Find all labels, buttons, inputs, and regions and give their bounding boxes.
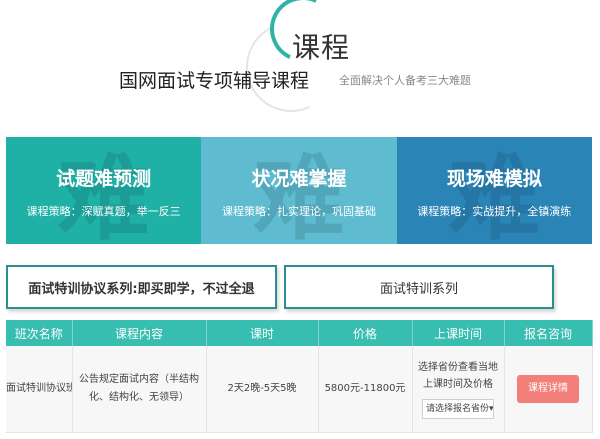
tab-protocol-series[interactable]: 面试特训协议系列:即买即学，不过全退: [6, 265, 277, 309]
card-desc: 课程策略：深赋真题，举一反三: [26, 205, 181, 218]
schedule-hint: 选择省份查看当地上课时间及价格: [418, 362, 498, 390]
table-header-row: 班次名称 课程内容 课时 价格 上课时间 报名咨询: [6, 320, 593, 346]
action-cell: 课程详情: [504, 346, 593, 433]
card-desc: 课程策略：扎实理论，巩固基础: [221, 205, 376, 218]
feature-card-control: 难 状况难掌握 课程策略：扎实理论，巩固基础: [201, 137, 397, 244]
price-cell: 5800元-11800元: [318, 346, 413, 433]
schedule-cell: 选择省份查看当地上课时间及价格 请选择报名省份 ▾: [412, 346, 505, 433]
feature-card-prediction: 难 试题难预测 课程策略：深赋真题，举一反三: [6, 137, 202, 244]
page-subtitle: 国网面试专项辅导课程: [119, 70, 310, 92]
column-header: 上课时间: [412, 320, 505, 346]
course-table: 班次名称 课程内容 课时 价格 上课时间 报名咨询 面试特训协议班 公告规定面试…: [6, 320, 593, 433]
chevron-down-icon: ▾: [489, 404, 494, 414]
column-header: 价格: [318, 320, 413, 346]
column-header: 课程内容: [72, 320, 207, 346]
hours-cell: 2天2晚-5天5晚: [206, 346, 319, 433]
card-desc: 课程策略：实战提升，全镇演练: [417, 205, 572, 218]
table-row: 面试特训协议班 公告规定面试内容（半结构化、结构化、无领导） 2天2晚-5天5晚…: [6, 346, 593, 433]
page-note: 全面解决个人备考三大难题: [339, 74, 471, 87]
content-cell: 公告规定面试内容（半结构化、结构化、无领导）: [72, 346, 207, 433]
column-header: 报名咨询: [504, 320, 593, 346]
card-title: 试题难预测: [56, 168, 152, 190]
feature-card-simulation: 难 现场难模拟 课程策略：实战提升，全镇演练: [396, 137, 592, 244]
course-detail-button[interactable]: 课程详情: [517, 375, 579, 403]
feature-cards: 难 试题难预测 课程策略：深赋真题，举一反三 难 状况难掌握 课程策略：扎实理论…: [6, 137, 592, 244]
card-title: 状况难掌握: [251, 168, 347, 190]
column-header: 课时: [206, 320, 319, 346]
tab-training-series[interactable]: 面试特训系列: [284, 265, 554, 309]
class-name-cell: 面试特训协议班: [6, 346, 73, 433]
province-select-value: 请选择报名省份: [426, 404, 490, 414]
column-header: 班次名称: [6, 320, 73, 346]
province-select[interactable]: 请选择报名省份 ▾: [422, 399, 494, 419]
page-title: 课程: [292, 31, 351, 64]
card-title: 现场难模拟: [446, 168, 542, 190]
